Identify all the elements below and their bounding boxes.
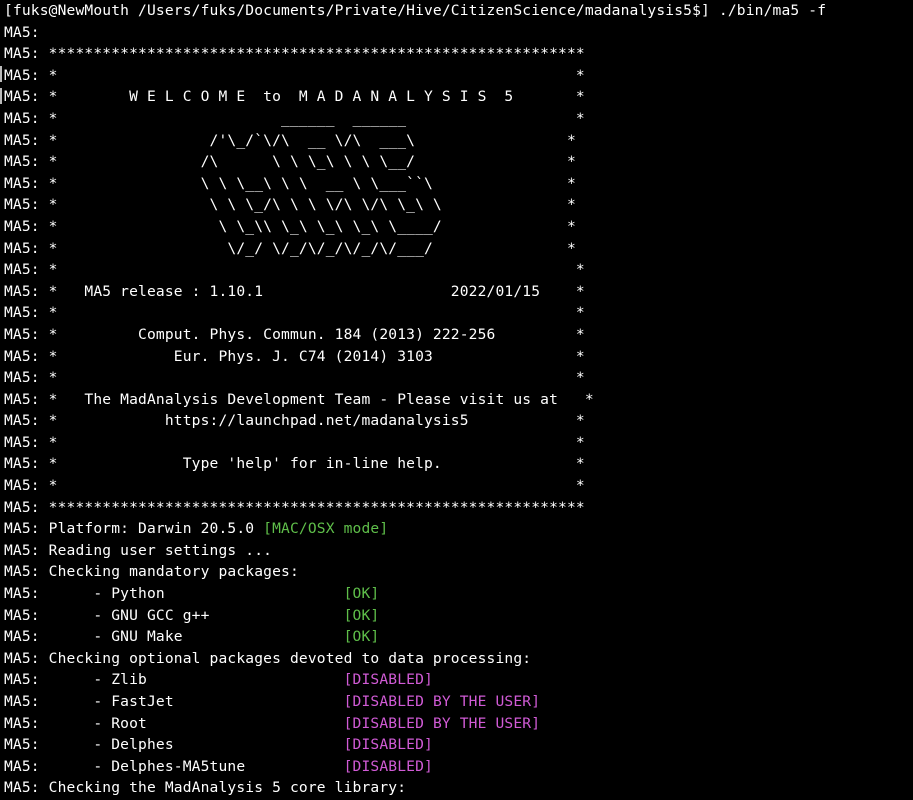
terminal-text: MA5: - FastJet [4, 693, 344, 710]
terminal-line: MA5: * \/_/ \/_/\/_/\/_/\/___/ * [4, 238, 913, 260]
terminal-text: MA5: * The MadAnalysis Development Team … [4, 390, 594, 408]
status-tag: [DISABLED] [343, 671, 433, 689]
terminal-text: MA5: ***********************************… [4, 498, 585, 516]
terminal-text: MA5: * Eur. Phys. J. C74 (2014) 3103 * [4, 347, 585, 365]
scroll-mark-left [0, 66, 2, 82]
terminal-line: MA5: - Zlib [DISABLED] [4, 669, 913, 691]
terminal-text: MA5: * ______ ______ * [4, 109, 585, 127]
terminal-text: MA5: Reading user settings ... [4, 541, 273, 559]
terminal-line: MA5: * * [4, 65, 913, 87]
terminal-line: MA5: - Python [OK] [4, 583, 913, 605]
status-tag: [DISABLED] [343, 736, 433, 754]
terminal-text: MA5: - Root [4, 714, 344, 732]
terminal-output: [fuks@NewMouth /Users/fuks/Documents/Pri… [4, 0, 913, 799]
status-tag: [OK] [343, 606, 380, 624]
terminal-text: MA5: Checking optional packages devoted … [4, 649, 532, 667]
terminal-line: MA5: - GNU GCC g++ [OK] [4, 605, 913, 627]
terminal-text: MA5: * * [4, 66, 585, 84]
terminal-text: MA5: * \ \ \_/\ \ \ \/\ \/\ \_\ \ * [4, 196, 576, 214]
terminal-text: MA5: * \ \ \__\ \ \ __ \ \___``\ * [4, 174, 576, 192]
terminal-line: MA5: * Eur. Phys. J. C74 (2014) 3103 * [4, 346, 913, 368]
terminal-text: MA5: * * [4, 477, 585, 495]
terminal-text: MA5: - Delphes [4, 736, 344, 754]
scroll-mark-left [0, 88, 2, 104]
terminal-text: MA5: * /'\_/`\/\ __ \/\ ___\ * [4, 131, 576, 149]
terminal-line: MA5: * /\ \ \ \_\ \ \ \__/ * [4, 151, 913, 173]
terminal-text: MA5: ***********************************… [4, 45, 585, 63]
terminal-line: MA5: Checking optional packages devoted … [4, 648, 913, 670]
terminal-line: MA5: * W E L C O M E to M A D A N A L Y … [4, 86, 913, 108]
terminal-text: MA5: * /\ \ \ \_\ \ \ \__/ * [4, 153, 576, 171]
terminal-line: MA5: Platform: Darwin 20.5.0 [MAC/OSX mo… [4, 518, 913, 540]
terminal-text: MA5: * * [4, 369, 585, 387]
terminal-line: MA5: - Delphes-MA5tune [DISABLED] [4, 756, 913, 778]
status-tag: [DISABLED] [343, 757, 433, 775]
terminal-text: MA5: * MA5 release : 1.10.1 2022/01/15 * [4, 282, 585, 300]
terminal-line: MA5: [4, 22, 913, 44]
terminal-line: MA5: * The MadAnalysis Development Team … [4, 389, 913, 411]
status-tag: [DISABLED BY THE USER] [343, 714, 541, 732]
terminal-line: MA5: * \ \ \__\ \ \ __ \ \___``\ * [4, 173, 913, 195]
terminal-line: MA5: ***********************************… [4, 497, 913, 519]
terminal-text: MA5: * * [4, 433, 585, 451]
terminal-window[interactable]: [fuks@NewMouth /Users/fuks/Documents/Pri… [0, 0, 913, 800]
terminal-line: MA5: Reading user settings ... [4, 540, 913, 562]
terminal-line: MA5: * Comput. Phys. Commun. 184 (2013) … [4, 324, 913, 346]
terminal-line: MA5: * * [4, 432, 913, 454]
terminal-text: MA5: * * [4, 304, 585, 322]
terminal-line: MA5: * /'\_/`\/\ __ \/\ ___\ * [4, 130, 913, 152]
terminal-text: MA5: - Zlib [4, 671, 344, 689]
terminal-text: MA5: * W E L C O M E to M A D A N A L Y … [4, 88, 585, 106]
terminal-line: MA5: * Type 'help' for in-line help. * [4, 453, 913, 475]
terminal-text: MA5: Checking the MadAnalysis 5 core lib… [4, 779, 407, 797]
terminal-text: MA5: - Delphes-MA5tune [4, 757, 344, 775]
terminal-line: MA5: Checking mandatory packages: [4, 561, 913, 583]
terminal-text: MA5: - GNU Make [4, 628, 344, 646]
terminal-text: MA5: * Comput. Phys. Commun. 184 (2013) … [4, 325, 585, 343]
terminal-line: MA5: * * [4, 367, 913, 389]
terminal-line: MA5: - FastJet [DISABLED BY THE USER] [4, 691, 913, 713]
terminal-line: MA5: * * [4, 259, 913, 281]
terminal-text: MA5: - GNU GCC g++ [4, 606, 344, 624]
terminal-text: MA5: * * [4, 261, 585, 279]
terminal-line: MA5: * https://launchpad.net/madanalysis… [4, 410, 913, 432]
terminal-line: [fuks@NewMouth /Users/fuks/Documents/Pri… [4, 0, 913, 22]
terminal-line: MA5: * * [4, 302, 913, 324]
terminal-text: MA5: * \ \_\\ \_\ \_\ \_\ \____/ * [4, 217, 576, 235]
terminal-line: MA5: - Root [DISABLED BY THE USER] [4, 713, 913, 735]
terminal-text: MA5: Platform: Darwin 20.5.0 [4, 520, 264, 538]
terminal-line: MA5: * MA5 release : 1.10.1 2022/01/15 * [4, 281, 913, 303]
terminal-line: MA5: * ______ ______ * [4, 108, 913, 130]
terminal-text: MA5: * \/_/ \/_/\/_/\/_/\/___/ * [4, 239, 576, 257]
terminal-line: MA5: ***********************************… [4, 43, 913, 65]
terminal-line: MA5: Checking the MadAnalysis 5 core lib… [4, 777, 913, 799]
status-tag: [DISABLED BY THE USER] [343, 693, 541, 710]
terminal-text: [fuks@NewMouth /Users/fuks/Documents/Pri… [4, 2, 827, 19]
status-tag: [OK] [343, 628, 380, 646]
terminal-text: MA5: * https://launchpad.net/madanalysis… [4, 412, 585, 430]
terminal-text: MA5: [4, 23, 40, 41]
terminal-text: MA5: Checking mandatory packages: [4, 563, 299, 581]
terminal-line: MA5: - GNU Make [OK] [4, 626, 913, 648]
terminal-line: MA5: * * [4, 475, 913, 497]
terminal-line: MA5: - Delphes [DISABLED] [4, 734, 913, 756]
terminal-text: MA5: - Python [4, 585, 344, 603]
status-tag: [OK] [343, 585, 380, 603]
terminal-line: MA5: * \ \ \_/\ \ \ \/\ \/\ \_\ \ * [4, 194, 913, 216]
status-tag: [MAC/OSX mode] [263, 520, 389, 538]
terminal-line: MA5: * \ \_\\ \_\ \_\ \_\ \____/ * [4, 216, 913, 238]
terminal-text: MA5: * Type 'help' for in-line help. * [4, 455, 585, 473]
